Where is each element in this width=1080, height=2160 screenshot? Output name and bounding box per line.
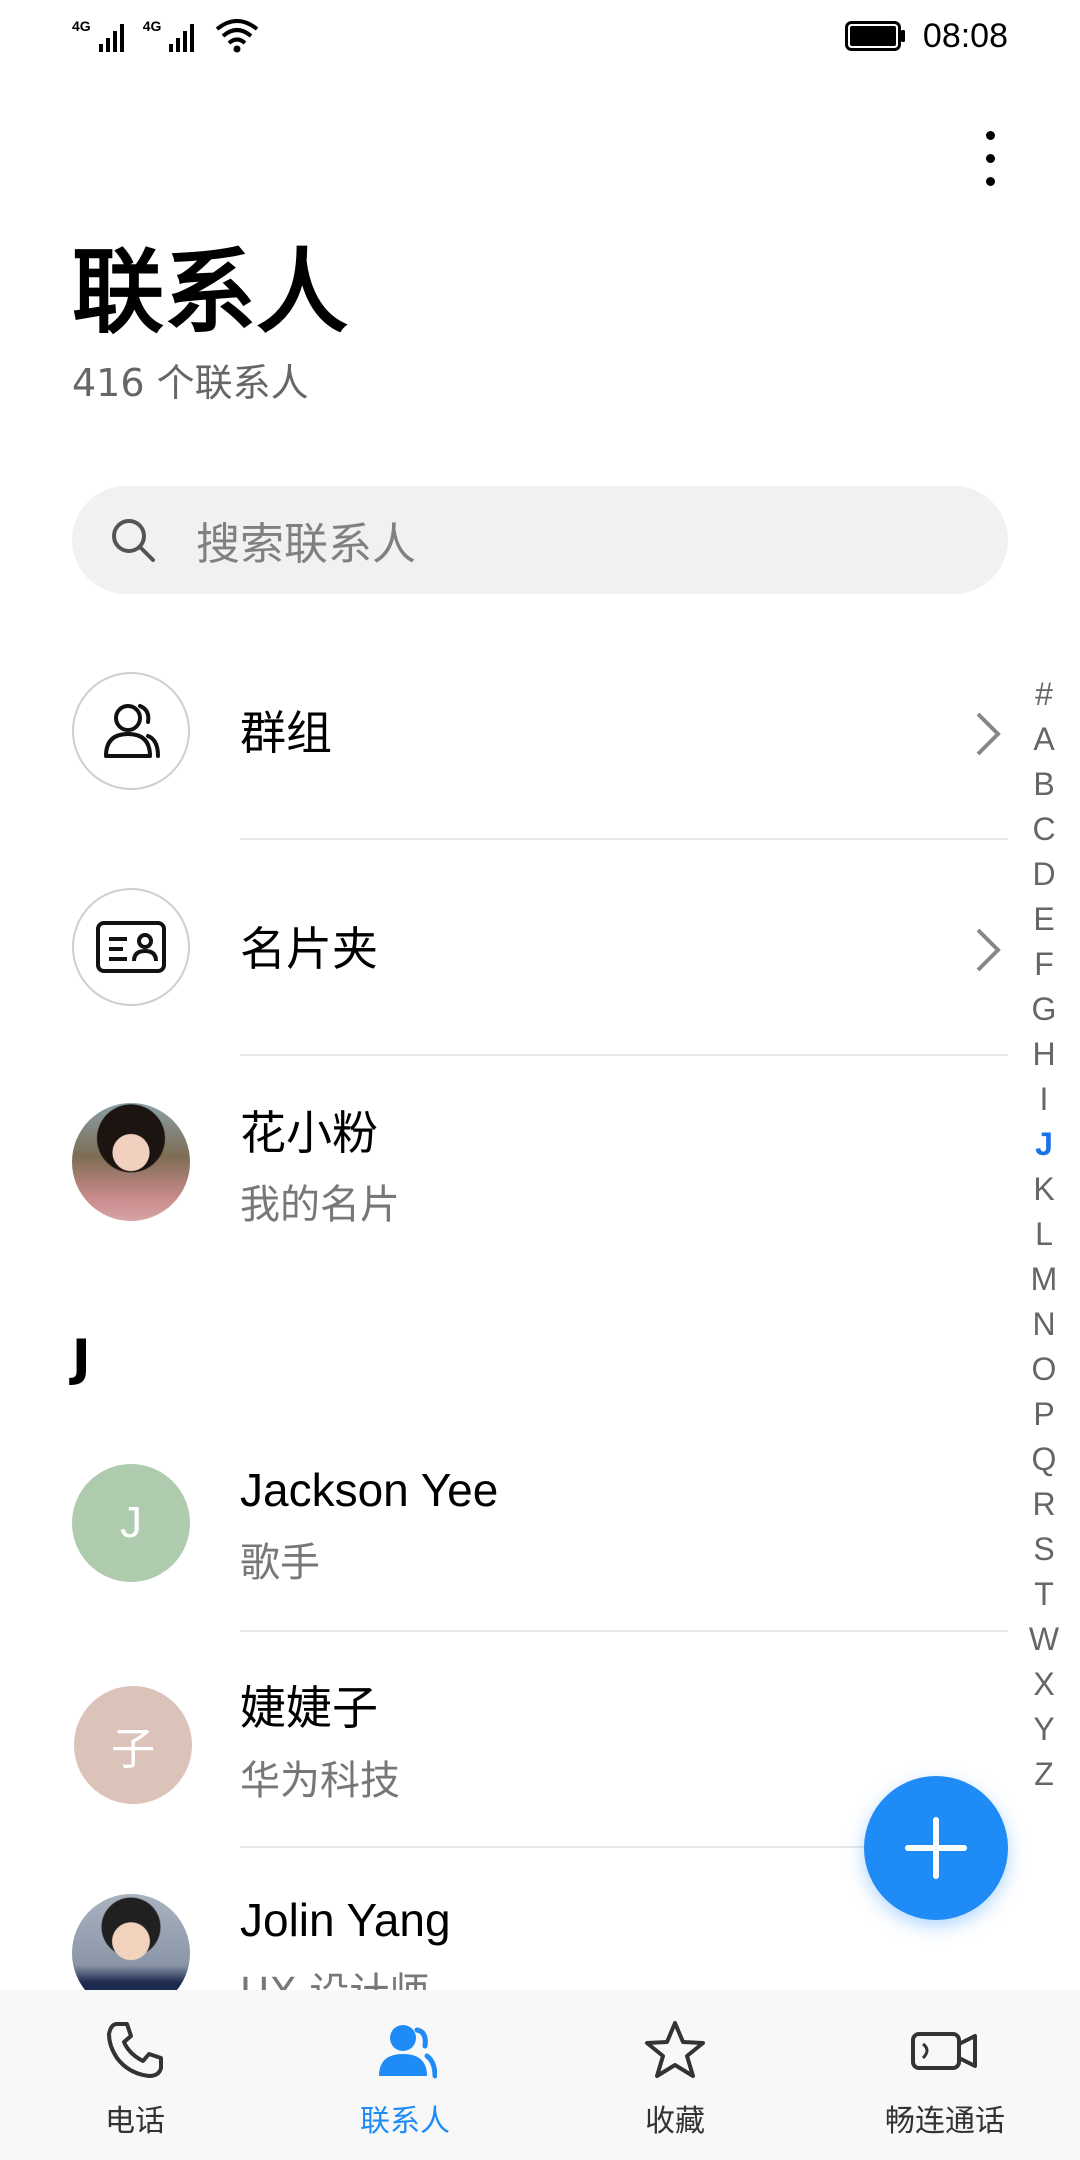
chevron-right-icon xyxy=(976,928,1001,972)
search-bar[interactable]: 搜索联系人 xyxy=(72,486,1008,594)
chevron-right-icon xyxy=(976,712,1001,756)
signal-icon xyxy=(169,24,195,52)
index-letter[interactable]: R xyxy=(1032,1482,1055,1527)
contact-row[interactable]: 子 婕婕子 华为科技 xyxy=(0,1660,1010,1830)
more-dot xyxy=(985,176,995,186)
signal-icon xyxy=(98,24,124,52)
nav-label: 畅连通话 xyxy=(885,2104,1005,2139)
index-letter[interactable]: Y xyxy=(1033,1707,1054,1752)
nav-phone[interactable]: 电话 xyxy=(0,1990,270,2160)
index-letter[interactable]: L xyxy=(1035,1212,1053,1257)
phone-icon xyxy=(107,2022,163,2078)
index-letter[interactable]: I xyxy=(1040,1077,1049,1122)
groups-label: 群组 xyxy=(240,706,332,760)
business-cards-row[interactable]: 名片夹 xyxy=(0,866,1010,1034)
nav-label: 联系人 xyxy=(360,2104,450,2139)
add-contact-button[interactable] xyxy=(864,1776,1008,1920)
search-placeholder: 搜索联系人 xyxy=(196,519,416,570)
index-letter[interactable]: X xyxy=(1033,1662,1054,1707)
more-options-button[interactable] xyxy=(960,118,1020,198)
contact-name: 婕婕子 xyxy=(240,1681,378,1735)
contact-subtitle: 华为科技 xyxy=(240,1758,400,1804)
index-letter[interactable]: M xyxy=(1031,1257,1058,1302)
contacts-icon xyxy=(379,2025,437,2079)
index-letter[interactable]: A xyxy=(1033,717,1054,762)
index-letter[interactable]: W xyxy=(1029,1617,1059,1662)
business-card-icon xyxy=(96,921,166,973)
business-cards-label: 名片夹 xyxy=(240,922,378,976)
index-letter[interactable]: D xyxy=(1032,852,1055,897)
my-card-row[interactable]: 花小粉 我的名片 xyxy=(0,1080,1010,1248)
status-bar: 4G 4G 08:08 xyxy=(0,0,1080,72)
clock: 08:08 xyxy=(922,16,1008,55)
divider xyxy=(240,1054,1008,1056)
divider xyxy=(240,1630,1008,1632)
index-letter[interactable]: E xyxy=(1033,897,1054,942)
index-letter[interactable]: F xyxy=(1034,942,1054,987)
index-letter[interactable]: S xyxy=(1033,1527,1054,1572)
network-type-1: 4G xyxy=(72,18,91,34)
business-card-icon-circle xyxy=(72,888,190,1006)
index-letter[interactable]: H xyxy=(1032,1032,1055,1077)
network-type-2: 4G xyxy=(142,18,162,34)
groups-row[interactable]: 群组 xyxy=(0,650,1010,818)
battery-icon xyxy=(844,21,905,51)
alphabet-index[interactable]: # A B C D E F G H I J K L M N O P Q R S T W X Y Z xyxy=(1024,672,1064,1797)
index-letter[interactable]: C xyxy=(1032,807,1055,852)
more-dot xyxy=(985,130,995,140)
index-letter[interactable]: O xyxy=(1032,1347,1057,1392)
contact-row[interactable]: Jolin Yang UX 设计师 xyxy=(0,1872,1010,1990)
groups-icon-circle xyxy=(72,672,190,790)
video-call-icon xyxy=(911,2032,977,2070)
index-letter[interactable]: # xyxy=(1035,672,1053,717)
nav-video-call[interactable]: 畅连通话 xyxy=(810,1990,1080,2160)
signal-indicators: 4G 4G xyxy=(72,14,259,58)
plus-icon xyxy=(905,1817,967,1879)
bottom-navigation: 电话 联系人 收藏 畅连通话 xyxy=(0,1990,1080,2160)
index-letter[interactable]: Q xyxy=(1032,1437,1057,1482)
contact-subtitle: 歌手 xyxy=(240,1540,320,1586)
avatar-letter: 子 xyxy=(111,1725,155,1774)
my-card-subtitle: 我的名片 xyxy=(240,1182,400,1228)
index-letter[interactable]: T xyxy=(1034,1572,1054,1617)
group-icon xyxy=(104,704,160,758)
avatar-photo xyxy=(72,1894,190,1990)
my-card-name: 花小粉 xyxy=(240,1106,378,1160)
star-icon xyxy=(645,2021,705,2078)
contact-row[interactable]: J Jackson Yee 歌手 xyxy=(0,1440,1010,1610)
nav-label: 电话 xyxy=(105,2104,165,2139)
avatar: J xyxy=(72,1464,190,1582)
index-letter[interactable]: B xyxy=(1033,762,1054,807)
index-letter[interactable]: J xyxy=(1035,1122,1053,1167)
index-letter[interactable]: Z xyxy=(1034,1752,1054,1797)
avatar-letter: J xyxy=(120,1498,142,1547)
section-header: J xyxy=(72,1329,91,1387)
contact-subtitle: UX 设计师 xyxy=(240,1968,429,1990)
index-letter[interactable]: K xyxy=(1033,1167,1054,1212)
search-icon xyxy=(112,519,155,562)
nav-contacts[interactable]: 联系人 xyxy=(270,1990,540,2160)
more-dot xyxy=(985,153,995,163)
nav-label: 收藏 xyxy=(645,2104,705,2139)
contact-name: Jackson Yee xyxy=(240,1464,499,1516)
index-letter[interactable]: G xyxy=(1032,987,1057,1032)
avatar: 子 xyxy=(74,1686,192,1804)
contact-name: Jolin Yang xyxy=(240,1894,451,1946)
index-letter[interactable]: P xyxy=(1033,1392,1054,1437)
nav-favorites[interactable]: 收藏 xyxy=(540,1990,810,2160)
index-letter[interactable]: N xyxy=(1032,1302,1055,1347)
status-right: 08:08 xyxy=(844,14,1008,58)
divider xyxy=(240,838,1008,840)
page-title: 联系人 xyxy=(72,239,349,346)
wifi-icon xyxy=(216,19,259,53)
contact-count: 416 个联系人 xyxy=(72,361,309,405)
my-avatar-photo xyxy=(72,1103,190,1221)
